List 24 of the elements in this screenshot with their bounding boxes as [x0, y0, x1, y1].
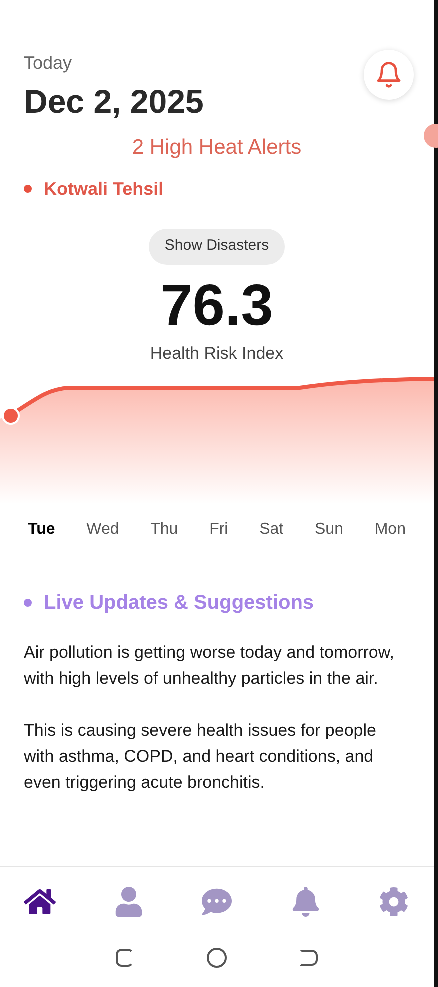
risk-index-value: 76.3	[160, 276, 274, 334]
bell-icon	[375, 61, 403, 89]
settings-icon[interactable]	[378, 887, 410, 917]
update-paragraph: Air pollution is getting worse today and tomorrow, with high levels of unhealthy particles in the air.	[24, 642, 396, 690]
day-tab[interactable]: Sat	[260, 518, 284, 542]
day-tab[interactable]: Wed	[86, 518, 120, 542]
chat-bubble-icon[interactable]	[201, 887, 233, 917]
section-title: Live Updates & Suggestions	[44, 591, 314, 616]
location-name: Kotwali Tehsil	[44, 178, 164, 200]
day-tab[interactable]: Sun	[315, 518, 344, 542]
recent-apps-icon[interactable]	[116, 949, 134, 967]
date-title: Dec 2, 2025	[24, 85, 204, 118]
back-icon[interactable]	[300, 950, 318, 966]
notification-button[interactable]	[364, 50, 414, 100]
heat-alerts-text: 2 High Heat Alerts	[132, 135, 302, 161]
risk-index-label: Health Risk Index	[150, 342, 284, 364]
show-disasters-button[interactable]: Show Disasters	[148, 228, 286, 264]
day-tab[interactable]: Mon	[374, 518, 406, 542]
day-tab[interactable]: Thu	[150, 518, 178, 542]
day-tab[interactable]: Tue	[28, 518, 56, 542]
update-paragraph: This is causing severe health issues for people with asthma, COPD, and heart conditions, and even triggering acute bronchitis.	[24, 720, 378, 794]
day-tab[interactable]: Fri	[210, 518, 228, 542]
today-label: Today	[24, 52, 74, 75]
home-icon[interactable]	[24, 887, 56, 917]
